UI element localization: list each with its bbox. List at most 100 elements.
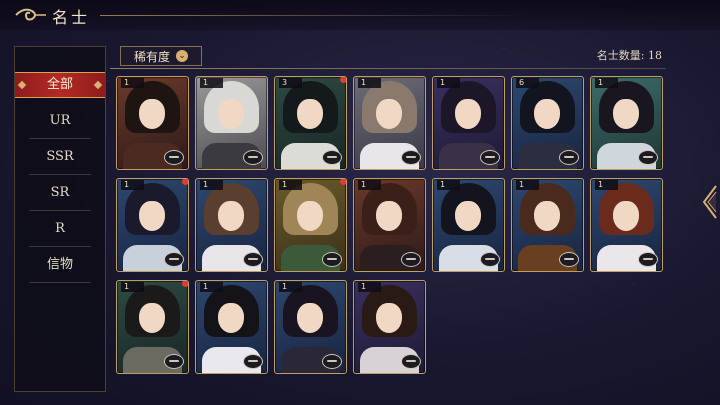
sidebar-tab-1[interactable]: UR bbox=[15, 103, 105, 139]
portrait-face bbox=[139, 99, 165, 129]
rarity-badge-icon bbox=[638, 150, 658, 165]
rarity-badge-icon bbox=[480, 252, 500, 267]
card-level: 1 bbox=[121, 282, 144, 292]
rarity-badge-icon bbox=[401, 252, 421, 267]
card-level: 1 bbox=[121, 180, 144, 190]
portrait-face bbox=[534, 201, 560, 231]
portrait-face bbox=[376, 303, 402, 333]
rarity-badge-icon bbox=[401, 150, 421, 165]
rarity-badge-icon bbox=[322, 252, 342, 267]
card-level: 1 bbox=[595, 78, 618, 88]
chevron-down-icon: ⌄ bbox=[176, 50, 188, 62]
card-level: 1 bbox=[279, 180, 302, 190]
portrait-face bbox=[376, 201, 402, 231]
portrait-face bbox=[297, 99, 323, 129]
notification-dot bbox=[182, 281, 188, 287]
rarity-badge-icon bbox=[322, 354, 342, 369]
rarity-sidebar: 全部 UR SSR SR R 信物 bbox=[14, 46, 106, 392]
card-level: 1 bbox=[595, 180, 618, 190]
rarity-badge-icon bbox=[559, 252, 579, 267]
character-card[interactable]: 1 bbox=[432, 76, 505, 170]
character-card[interactable]: 1 bbox=[195, 76, 268, 170]
card-level: 1 bbox=[358, 282, 381, 292]
rarity-badge-icon bbox=[322, 150, 342, 165]
page-title: 名士 bbox=[52, 8, 91, 27]
character-card[interactable]: 1 bbox=[511, 178, 584, 272]
portrait-face bbox=[613, 201, 639, 231]
sidebar-tab-5[interactable]: 信物 bbox=[15, 247, 105, 283]
sidebar-tab-label: SSR bbox=[46, 149, 74, 164]
rarity-badge-icon bbox=[559, 150, 579, 165]
card-level: 1 bbox=[200, 78, 223, 88]
rarity-badge-icon bbox=[164, 252, 184, 267]
sidebar-tab-label: 信物 bbox=[46, 257, 73, 272]
filter-divider bbox=[110, 68, 666, 69]
sidebar-tab-label: 全部 bbox=[46, 77, 73, 92]
rarity-badge-icon bbox=[638, 252, 658, 267]
rarity-badge-icon bbox=[243, 354, 263, 369]
character-card[interactable]: 1 bbox=[195, 280, 268, 374]
character-card[interactable]: 1 bbox=[353, 280, 426, 374]
rarity-badge-icon bbox=[243, 150, 263, 165]
sidebar-tab-label: SR bbox=[50, 185, 70, 200]
card-level: 1 bbox=[279, 282, 302, 292]
character-card[interactable]: 1 bbox=[116, 280, 189, 374]
character-card[interactable]: 1 bbox=[353, 178, 426, 272]
sidebar-tab-label: R bbox=[55, 221, 65, 236]
card-level: 3 bbox=[279, 78, 302, 88]
portrait-face bbox=[218, 303, 244, 333]
character-card[interactable]: 1 bbox=[432, 178, 505, 272]
top-bar: 名士 bbox=[0, 0, 720, 30]
rarity-badge-icon bbox=[164, 150, 184, 165]
back-icon[interactable] bbox=[14, 6, 48, 24]
character-card[interactable]: 1 bbox=[590, 178, 663, 272]
character-card[interactable]: 3 bbox=[274, 76, 347, 170]
rarity-filter-label: 稀有度 bbox=[133, 49, 170, 64]
character-card[interactable]: 1 bbox=[116, 178, 189, 272]
portrait-face bbox=[613, 99, 639, 129]
sidebar-tab-0[interactable]: 全部 bbox=[15, 67, 105, 103]
portrait-face bbox=[218, 99, 244, 129]
character-card[interactable]: 1 bbox=[195, 178, 268, 272]
sidebar-tab-label: UR bbox=[49, 113, 71, 128]
portrait-face bbox=[534, 99, 560, 129]
card-level: 6 bbox=[516, 78, 539, 88]
notification-dot bbox=[340, 179, 346, 185]
rarity-badge-icon bbox=[164, 354, 184, 369]
rarity-filter-dropdown[interactable]: 稀有度 ⌄ bbox=[120, 46, 202, 66]
portrait-face bbox=[455, 201, 481, 231]
portrait-face bbox=[297, 303, 323, 333]
sidebar-tab-4[interactable]: R bbox=[15, 211, 105, 247]
character-grid: 113116111111111111 bbox=[116, 76, 664, 396]
tab-divider bbox=[29, 282, 91, 283]
title-divider bbox=[100, 15, 530, 16]
character-card[interactable]: 1 bbox=[274, 178, 347, 272]
card-level: 1 bbox=[200, 180, 223, 190]
character-card[interactable]: 1 bbox=[274, 280, 347, 374]
rarity-badge-icon bbox=[243, 252, 263, 267]
character-card[interactable]: 1 bbox=[116, 76, 189, 170]
sidebar-tab-2[interactable]: SSR bbox=[15, 139, 105, 175]
portrait-face bbox=[455, 99, 481, 129]
card-level: 1 bbox=[516, 180, 539, 190]
notification-dot bbox=[340, 77, 346, 83]
card-level: 1 bbox=[358, 180, 381, 190]
side-panel-arrow-icon[interactable] bbox=[700, 184, 718, 220]
sidebar-tab-3[interactable]: SR bbox=[15, 175, 105, 211]
card-level: 1 bbox=[200, 282, 223, 292]
card-level: 1 bbox=[121, 78, 144, 88]
portrait-face bbox=[218, 201, 244, 231]
card-level: 1 bbox=[437, 78, 460, 88]
portrait-face bbox=[297, 201, 323, 231]
portrait-face bbox=[139, 201, 165, 231]
portrait-face bbox=[376, 99, 402, 129]
character-card[interactable]: 1 bbox=[590, 76, 663, 170]
card-level: 1 bbox=[358, 78, 381, 88]
character-count: 名士数量: 18 bbox=[596, 49, 662, 62]
rarity-badge-icon bbox=[401, 354, 421, 369]
portrait-face bbox=[139, 303, 165, 333]
character-card[interactable]: 1 bbox=[353, 76, 426, 170]
rarity-badge-icon bbox=[480, 150, 500, 165]
character-card[interactable]: 6 bbox=[511, 76, 584, 170]
card-level: 1 bbox=[437, 180, 460, 190]
